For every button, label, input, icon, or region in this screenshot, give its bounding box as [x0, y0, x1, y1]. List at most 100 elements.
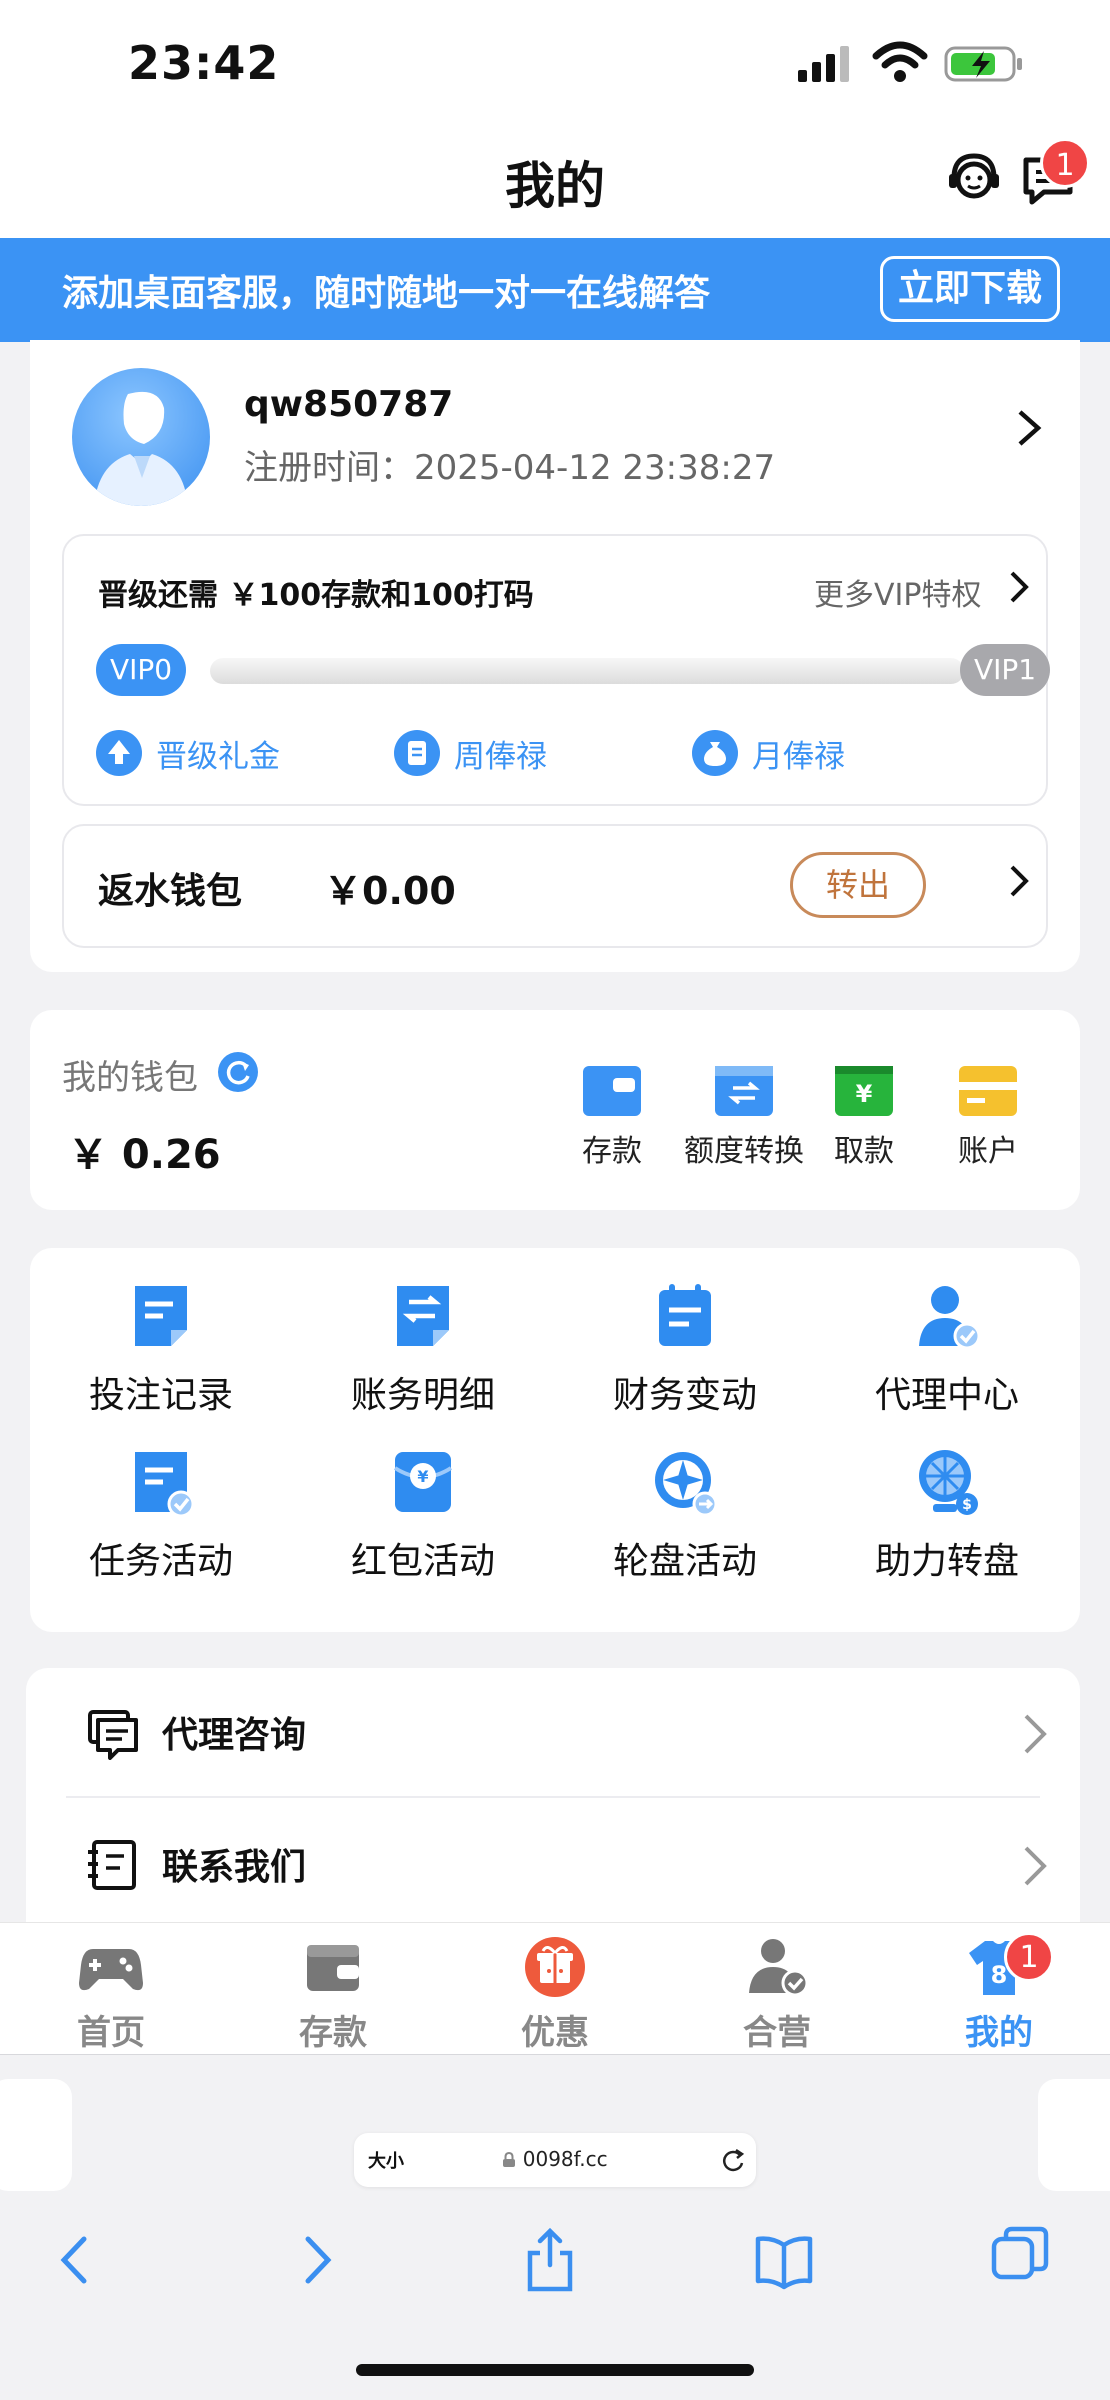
back-icon[interactable]: [46, 2225, 106, 2295]
consult-icon: [88, 1710, 138, 1760]
grid-item-bet-record[interactable]: 投注记录: [30, 1280, 292, 1418]
withdraw-action[interactable]: ¥ 取款: [804, 1066, 924, 1170]
wallet-title: 我的钱包: [62, 1058, 198, 1098]
tab-deposit-label: 存款: [299, 2013, 367, 2053]
home-indicator: [356, 2364, 754, 2376]
task-activity-label: 任务活动: [88, 1541, 233, 1582]
upgrade-gift-link[interactable]: 晋级礼金: [96, 728, 280, 778]
wallet-icon: [301, 1937, 365, 1997]
red-packet-label: 红包活动: [350, 1541, 495, 1582]
list-item-agent-consult[interactable]: 代理咨询: [86, 1668, 1047, 1788]
address-bar[interactable]: 大小 0098f.cc: [354, 2133, 756, 2187]
browser-toolbar: 大小 0098f.cc: [0, 2054, 1110, 2400]
transfer-icon: [715, 1066, 773, 1116]
svg-text:$: $: [962, 1497, 972, 1513]
lock-icon: [503, 2151, 516, 2167]
banner-text: 添加桌面客服，随时随地一对一在线解答: [62, 273, 711, 314]
refresh-icon[interactable]: [218, 1052, 258, 1092]
rebate-wallet-label: 返水钱包: [98, 871, 243, 912]
reload-icon[interactable]: [720, 2145, 746, 2173]
contact-icon: [88, 1840, 136, 1890]
tab-deposit[interactable]: 存款: [258, 1937, 408, 2054]
boost-wheel-icon: $: [911, 1446, 983, 1518]
list-item-contact-us[interactable]: 联系我们: [86, 1800, 1047, 1920]
agent-consult-label: 代理咨询: [162, 1715, 307, 1756]
weekly-salary-label: 周俸禄: [454, 738, 547, 775]
grid-item-task-activity[interactable]: 任务活动: [30, 1446, 292, 1584]
vip-next-level: VIP1: [960, 644, 1050, 696]
vip-progress-bar: [210, 658, 964, 684]
message-badge: 1: [1040, 138, 1090, 188]
grid-item-wheel-activity[interactable]: 轮盘活动: [554, 1446, 816, 1584]
rebate-chevron-right-icon[interactable]: [1004, 864, 1034, 898]
tab-promotions[interactable]: 优惠: [480, 1937, 630, 2054]
vip-upgrade-requirement: 晋级还需 ￥100存款和100打码: [98, 578, 534, 613]
transfer-label: 额度转换: [684, 1134, 804, 1169]
transfer-action[interactable]: 额度转换: [674, 1066, 814, 1170]
customer-service-icon[interactable]: [944, 148, 1004, 208]
share-icon[interactable]: [520, 2225, 580, 2295]
boost-wheel-label: 助力转盘: [874, 1541, 1019, 1582]
account-action[interactable]: 账户: [928, 1066, 1048, 1170]
transfer-out-button[interactable]: 转出: [790, 852, 926, 918]
deposit-icon: [583, 1066, 641, 1116]
grid-item-boost-wheel[interactable]: $ 助力转盘: [816, 1446, 1078, 1584]
account-label: 账户: [958, 1134, 1018, 1169]
grid-item-account-detail[interactable]: 账务明细: [292, 1280, 554, 1418]
bottom-tab-bar: 首页 存款 优惠 合营 8 我的: [0, 1922, 1110, 2054]
grid-item-agent-center[interactable]: 代理中心: [816, 1280, 1078, 1418]
rebate-wallet-box: 返水钱包 ￥0.00 转出: [62, 824, 1048, 948]
avatar-person-icon: [94, 391, 188, 506]
withdraw-label: 取款: [834, 1134, 894, 1169]
contact-us-chevron-icon: [1024, 1846, 1047, 1886]
next-tab-preview[interactable]: [1038, 2079, 1110, 2191]
wallet-balance: ￥ 0.26: [68, 1132, 221, 1178]
partner-icon: [745, 1937, 809, 1997]
profile-card: qw850787 注册时间：2025-04-12 23:38:27 晋级还需 ￥…: [30, 340, 1080, 972]
wifi-icon: [872, 41, 928, 82]
wheel-activity-icon: [649, 1446, 721, 1518]
profile-chevron-right-icon[interactable]: [1008, 408, 1048, 448]
finance-change-icon: [649, 1280, 721, 1352]
grid-item-finance-change[interactable]: 财务变动: [554, 1280, 816, 1418]
vip-current-level: VIP0: [96, 644, 186, 696]
deposit-action[interactable]: 存款: [552, 1066, 672, 1170]
vip-progress-box: 晋级还需 ￥100存款和100打码 更多VIP特权 VIP0 VIP1 晋级礼金…: [62, 534, 1050, 806]
features-grid: 投注记录 账务明细 财务变动 代理中心 任务活动 ¥ 红包活动 轮盘活动 $ 助…: [30, 1248, 1080, 1632]
bet-record-label: 投注记录: [88, 1375, 233, 1416]
monthly-salary-link[interactable]: 月俸禄: [692, 728, 845, 778]
forward-icon[interactable]: [286, 2225, 346, 2295]
download-button[interactable]: 立即下载: [880, 256, 1060, 322]
monthly-salary-icon: [692, 730, 738, 776]
account-detail-icon: [387, 1280, 459, 1352]
bet-record-icon: [125, 1280, 197, 1352]
registration-label: 注册时间：: [244, 448, 414, 488]
tab-home[interactable]: 首页: [36, 1937, 186, 2054]
weekly-salary-link[interactable]: 周俸禄: [394, 728, 547, 778]
weekly-salary-icon: [394, 730, 440, 776]
upgrade-gift-icon: [96, 730, 142, 776]
gift-icon: [523, 1937, 587, 1997]
gamepad-icon: [79, 1937, 143, 1997]
previous-tab-preview[interactable]: [0, 2079, 72, 2191]
tab-mine-label: 我的: [965, 2013, 1033, 2053]
registration-time: 注册时间：2025-04-12 23:38:27: [244, 440, 775, 489]
vip-chevron-right-icon[interactable]: [1004, 570, 1034, 604]
svg-text:¥: ¥: [417, 1467, 428, 1486]
status-time: 23:42: [128, 36, 280, 90]
withdraw-icon: ¥: [835, 1066, 893, 1116]
grid-item-red-packet[interactable]: ¥ 红包活动: [292, 1446, 554, 1584]
tab-promotions-label: 优惠: [521, 2013, 589, 2053]
bookmarks-icon[interactable]: [754, 2225, 814, 2295]
agent-consult-chevron-icon: [1024, 1714, 1047, 1754]
registration-value: 2025-04-12 23:38:27: [414, 448, 776, 488]
download-banner: 添加桌面客服，随时随地一对一在线解答 立即下载: [0, 238, 1110, 342]
more-vip-privileges-link[interactable]: 更多VIP特权: [814, 570, 981, 614]
upgrade-gift-label: 晋级礼金: [156, 738, 280, 775]
tabs-icon[interactable]: [990, 2225, 1050, 2295]
tab-partner[interactable]: 合营: [702, 1937, 852, 2054]
url-value: 0098f.cc: [522, 2147, 608, 2171]
avatar[interactable]: [72, 368, 210, 506]
agent-center-icon: [911, 1280, 983, 1352]
battery-icon: [944, 46, 1022, 82]
